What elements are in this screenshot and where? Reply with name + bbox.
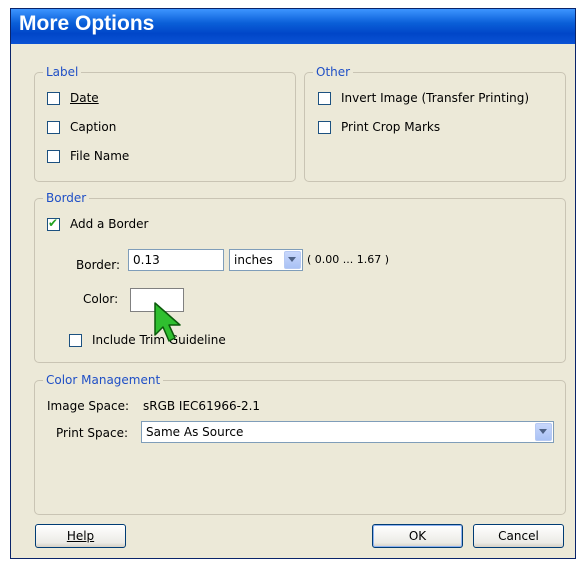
add-border-checkbox[interactable] [47,216,60,231]
file-name-checkbox[interactable] [47,150,60,163]
include-trim-checkbox[interactable] [69,334,82,347]
other-group-legend: Other [313,64,354,80]
units-value: inches [234,253,273,267]
print-space-select[interactable]: Same As Source [141,421,554,443]
title-bar[interactable]: More Options [11,9,575,44]
image-space-label: Image Space: [47,399,130,413]
print-crop-marks-label[interactable]: Print Crop Marks [341,119,440,135]
border-range-text: ( 0.00 ... 1.67 ) [307,253,390,266]
date-checkbox[interactable] [47,92,60,105]
chevron-down-icon[interactable] [535,423,552,441]
print-space-label: Print Space: [56,426,129,440]
date-label[interactable]: Date [70,90,99,106]
cancel-button[interactable]: Cancel [473,524,564,548]
green-arrow-cursor-icon [154,302,181,342]
caption-label[interactable]: Caption [70,119,116,135]
invert-image-label[interactable]: Invert Image (Transfer Printing) [341,90,529,106]
file-name-label[interactable]: File Name [70,148,129,164]
image-space-value: sRGB IEC61966-2.1 [143,399,261,413]
caption-checkbox[interactable] [47,121,60,134]
print-space-value: Same As Source [146,425,244,439]
color-management-legend: Color Management [43,372,164,388]
border-group-legend: Border [43,190,90,206]
more-options-dialog: More Options Label Date Caption File Nam… [10,8,576,559]
add-border-label[interactable]: Add a Border [70,216,148,232]
border-width-label: Border: [76,258,121,272]
label-group-legend: Label [43,64,82,80]
print-crop-marks-checkbox[interactable] [318,121,331,134]
units-select[interactable]: inches [229,249,303,271]
color-label: Color: [83,292,119,306]
chevron-down-icon[interactable] [284,251,301,269]
help-button[interactable]: Help [35,524,126,548]
border-width-input[interactable]: 0.13 [128,249,224,271]
ok-button[interactable]: OK [372,524,463,548]
dialog-title: More Options [19,12,155,35]
invert-image-checkbox[interactable] [318,92,331,105]
